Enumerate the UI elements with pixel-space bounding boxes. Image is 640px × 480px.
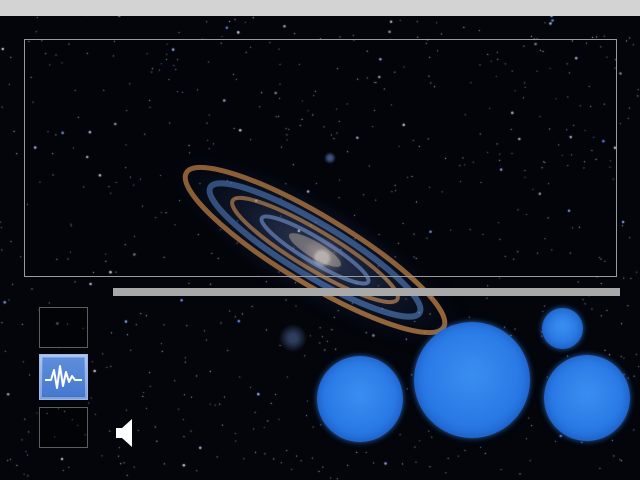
orb-button-2[interactable] [414, 322, 530, 438]
slot-button-waveform[interactable] [39, 354, 88, 400]
orb-button-4[interactable] [544, 355, 630, 441]
top-bar [0, 0, 640, 16]
speaker-icon[interactable] [115, 418, 135, 448]
orb-button-1[interactable] [317, 356, 403, 442]
progress-bar[interactable] [113, 288, 620, 296]
waveform-icon [43, 358, 84, 396]
orb-button-3[interactable] [542, 308, 583, 349]
slot-button-3[interactable] [39, 407, 88, 448]
display-panel [24, 39, 617, 277]
slot-button-1[interactable] [39, 307, 88, 348]
